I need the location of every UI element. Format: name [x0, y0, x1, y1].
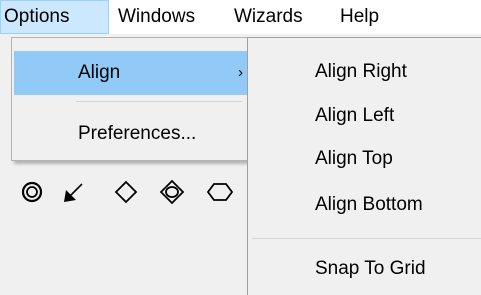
- menu-item-align[interactable]: Align ›: [14, 51, 248, 95]
- submenu-item-align-top[interactable]: Align Top: [315, 145, 393, 173]
- submenu-item-align-bottom[interactable]: Align Bottom: [315, 191, 423, 219]
- menu-help[interactable]: Help: [340, 0, 379, 34]
- shape-toolbar: [0, 178, 250, 218]
- arrow-down-left-icon[interactable]: [60, 178, 88, 206]
- double-circle-icon[interactable]: [18, 178, 46, 206]
- align-submenu: Align Right Align Left Align Top Align B…: [247, 37, 481, 295]
- submenu-item-align-left[interactable]: Align Left: [315, 102, 394, 130]
- menu-item-align-label: Align: [78, 62, 121, 83]
- submenu-item-snap-to-grid[interactable]: Snap To Grid: [315, 255, 426, 283]
- options-dropdown: Align › Preferences...: [11, 37, 251, 161]
- submenu-arrow-icon: ›: [238, 64, 243, 81]
- double-diamond-icon[interactable]: [158, 178, 186, 206]
- diamond-icon[interactable]: [112, 178, 140, 206]
- menu-options[interactable]: Options: [0, 0, 109, 34]
- menu-wizards[interactable]: Wizards: [234, 0, 303, 34]
- submenu-separator: [252, 238, 481, 239]
- menu-windows[interactable]: Windows: [118, 0, 195, 34]
- menu-item-preferences[interactable]: Preferences...: [14, 112, 248, 156]
- menu-bar: Options Windows Wizards Help: [0, 0, 481, 34]
- submenu-item-align-right[interactable]: Align Right: [315, 58, 407, 86]
- menu-item-preferences-label: Preferences...: [78, 123, 197, 144]
- hexagon-icon[interactable]: [206, 178, 234, 206]
- menu-separator: [76, 101, 242, 102]
